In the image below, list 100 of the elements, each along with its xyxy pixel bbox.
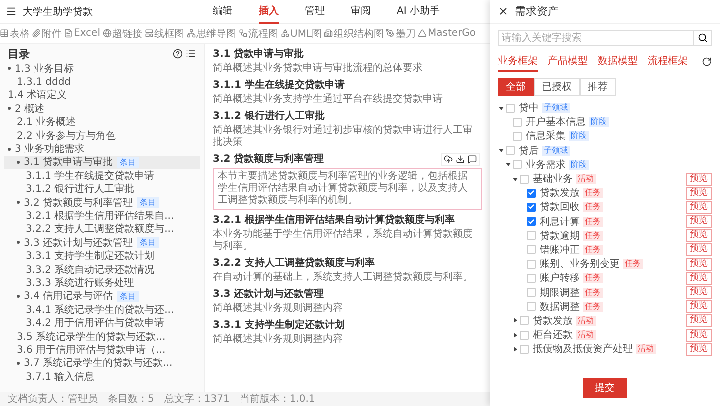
checkbox[interactable] [527,245,536,254]
nav-tab[interactable]: 审阅 [351,0,371,24]
tree-label: 抵债物及抵债资产处理 [533,342,633,356]
filter-button[interactable]: 全部 [498,78,534,96]
checkbox[interactable] [527,188,536,198]
checkbox[interactable] [513,118,522,127]
checkbox[interactable] [520,174,529,184]
checkbox[interactable] [520,316,529,326]
outline-item[interactable]: 3.4.1 系统记录学生的贷款与还... [4,303,200,316]
outline-item[interactable]: 1.3.1 dddd [4,75,200,89]
refresh-icon[interactable] [702,57,712,67]
caret-icon[interactable] [506,162,510,168]
download-icon[interactable] [456,155,465,164]
outline-item[interactable]: 3.2.2 支持人工调整贷款额度与... [4,222,200,236]
preview-button[interactable]: 预览 [686,272,712,285]
outline-item[interactable]: 3.3.2 系统自动记录还款情况 [4,262,200,276]
level-tag: 任务 [583,188,603,198]
checkbox[interactable] [527,217,536,226]
outline-item[interactable]: 3.4.2 用于信用评估与贷款申请 [4,316,200,330]
toolbar-button[interactable]: 表格 [0,26,30,40]
submit-button[interactable]: 提交 [583,378,627,398]
preview-button[interactable]: 预览 [686,258,712,271]
caret-icon[interactable] [498,106,504,111]
toolbar-button[interactable]: 思维导图 [186,26,236,40]
upload-icon[interactable] [444,155,453,164]
section-heading: 3.1.1 学生在线提交贷款申请 [213,79,345,92]
preview-button[interactable]: 预览 [686,328,712,342]
checkbox[interactable] [527,231,536,240]
outline-item[interactable]: 2 概述 [4,102,200,116]
caret-icon[interactable] [512,176,518,182]
checkbox[interactable] [520,344,529,354]
outline-item[interactable]: 3.3.1 支持学生制定还款计划 [4,249,200,263]
checkbox[interactable] [527,288,536,298]
preview-button[interactable]: 预览 [686,286,712,300]
toolbar-button[interactable]: 流程图 [238,26,278,40]
preview-button[interactable]: 预览 [686,229,712,242]
checkbox[interactable] [506,104,515,113]
outline-item[interactable]: 3 业务功能需求 [4,142,200,156]
caret-icon[interactable] [512,346,518,352]
checkbox[interactable] [513,160,522,170]
outline-item[interactable]: 3.2 贷款额度与利率管理 条目 [4,196,200,210]
checkbox[interactable] [527,260,536,269]
outline-title: 目录 [8,46,30,62]
nav-tab[interactable]: AI 小助手 [397,0,440,24]
list-icon[interactable] [186,49,196,59]
comment-icon[interactable] [468,155,477,164]
preview-button[interactable]: 预览 [686,314,712,328]
category-tab[interactable]: 数据模型 [598,52,638,72]
toolbar-button[interactable]: 附件 [32,26,62,40]
outline-item[interactable]: 3.3.3 系统进行账务处理 [4,276,200,290]
toolbar-button[interactable]: 线框图 [144,26,184,40]
preview-button[interactable]: 预览 [686,172,712,186]
outline-item[interactable]: 3.7 系统记录学生的贷款与还款... [4,356,200,370]
filter-button[interactable]: 已授权 [534,78,580,96]
outline-item[interactable]: 1.3 业务目标 [4,62,200,76]
caret-icon[interactable] [498,148,504,154]
checkbox[interactable] [513,132,522,141]
checkbox[interactable] [520,330,529,340]
checkbox[interactable] [506,146,515,156]
nav-tab[interactable]: 编辑 [213,0,233,24]
category-tab[interactable]: 流程框架 [648,52,688,72]
outline-item[interactable]: 3.3 还款计划与还款管理 条目 [4,236,200,250]
preview-button[interactable]: 预览 [686,243,712,256]
caret-icon[interactable] [512,318,518,324]
filter-button[interactable]: 推荐 [580,78,616,96]
outline-item[interactable]: 3.7.1 输入信息 [4,370,200,384]
checkbox[interactable] [527,302,536,312]
preview-button[interactable]: 预览 [686,215,712,228]
toolbar-button[interactable]: MasterGo [418,28,476,39]
outline-item[interactable]: 3.1.1 学生在线提交贷款申请 [4,169,200,183]
outline-item[interactable]: 3.4 信用记录与评估 条目 [4,290,200,304]
checkbox[interactable] [527,274,536,283]
preview-button[interactable]: 预览 [686,200,712,214]
category-tab[interactable]: 产品模型 [548,52,588,72]
outline-item[interactable]: 2.2 业务参与方与角色 [4,128,200,142]
outline-item[interactable]: 3.1 贷款申请与审批 条目 [4,156,200,170]
toolbar-button[interactable]: UML图 [280,26,322,40]
help-icon[interactable] [173,49,183,59]
outline-item[interactable]: 3.1.2 银行进行人工审批 [4,182,200,196]
nav-tab[interactable]: 管理 [305,0,325,24]
search-button[interactable] [694,30,712,46]
outline-item[interactable]: 3.6 用于信用评估与贷款申请（... [4,343,200,357]
preview-button[interactable]: 预览 [686,342,712,356]
toolbar-button[interactable]: 墨刀 [386,26,416,40]
preview-button[interactable]: 预览 [686,186,712,200]
caret-icon[interactable] [512,332,518,338]
search-field[interactable]: 请输入关键字搜索 [498,30,694,46]
toolbar-button[interactable]: Excel [64,28,100,39]
toolbar-button[interactable]: 组织结构图 [324,26,384,40]
outline-item[interactable]: 3.2.1 根据学生信用评估结果自... [4,209,200,223]
preview-button[interactable]: 预览 [686,300,712,314]
outline-item[interactable]: 2.1 业务概述 [4,116,200,129]
checkbox[interactable] [527,202,536,212]
nav-tab[interactable]: 插入 [259,0,279,24]
menu-icon[interactable] [6,6,17,17]
outline-item[interactable]: 3.5 系统记录学生的贷款与还款... [4,330,200,344]
toolbar-button[interactable]: 超链接 [102,26,142,40]
outline-item[interactable]: 1.4 术语定义 [4,88,200,102]
category-tab[interactable]: 业务框架 [498,52,538,72]
close-icon[interactable] [498,6,509,17]
